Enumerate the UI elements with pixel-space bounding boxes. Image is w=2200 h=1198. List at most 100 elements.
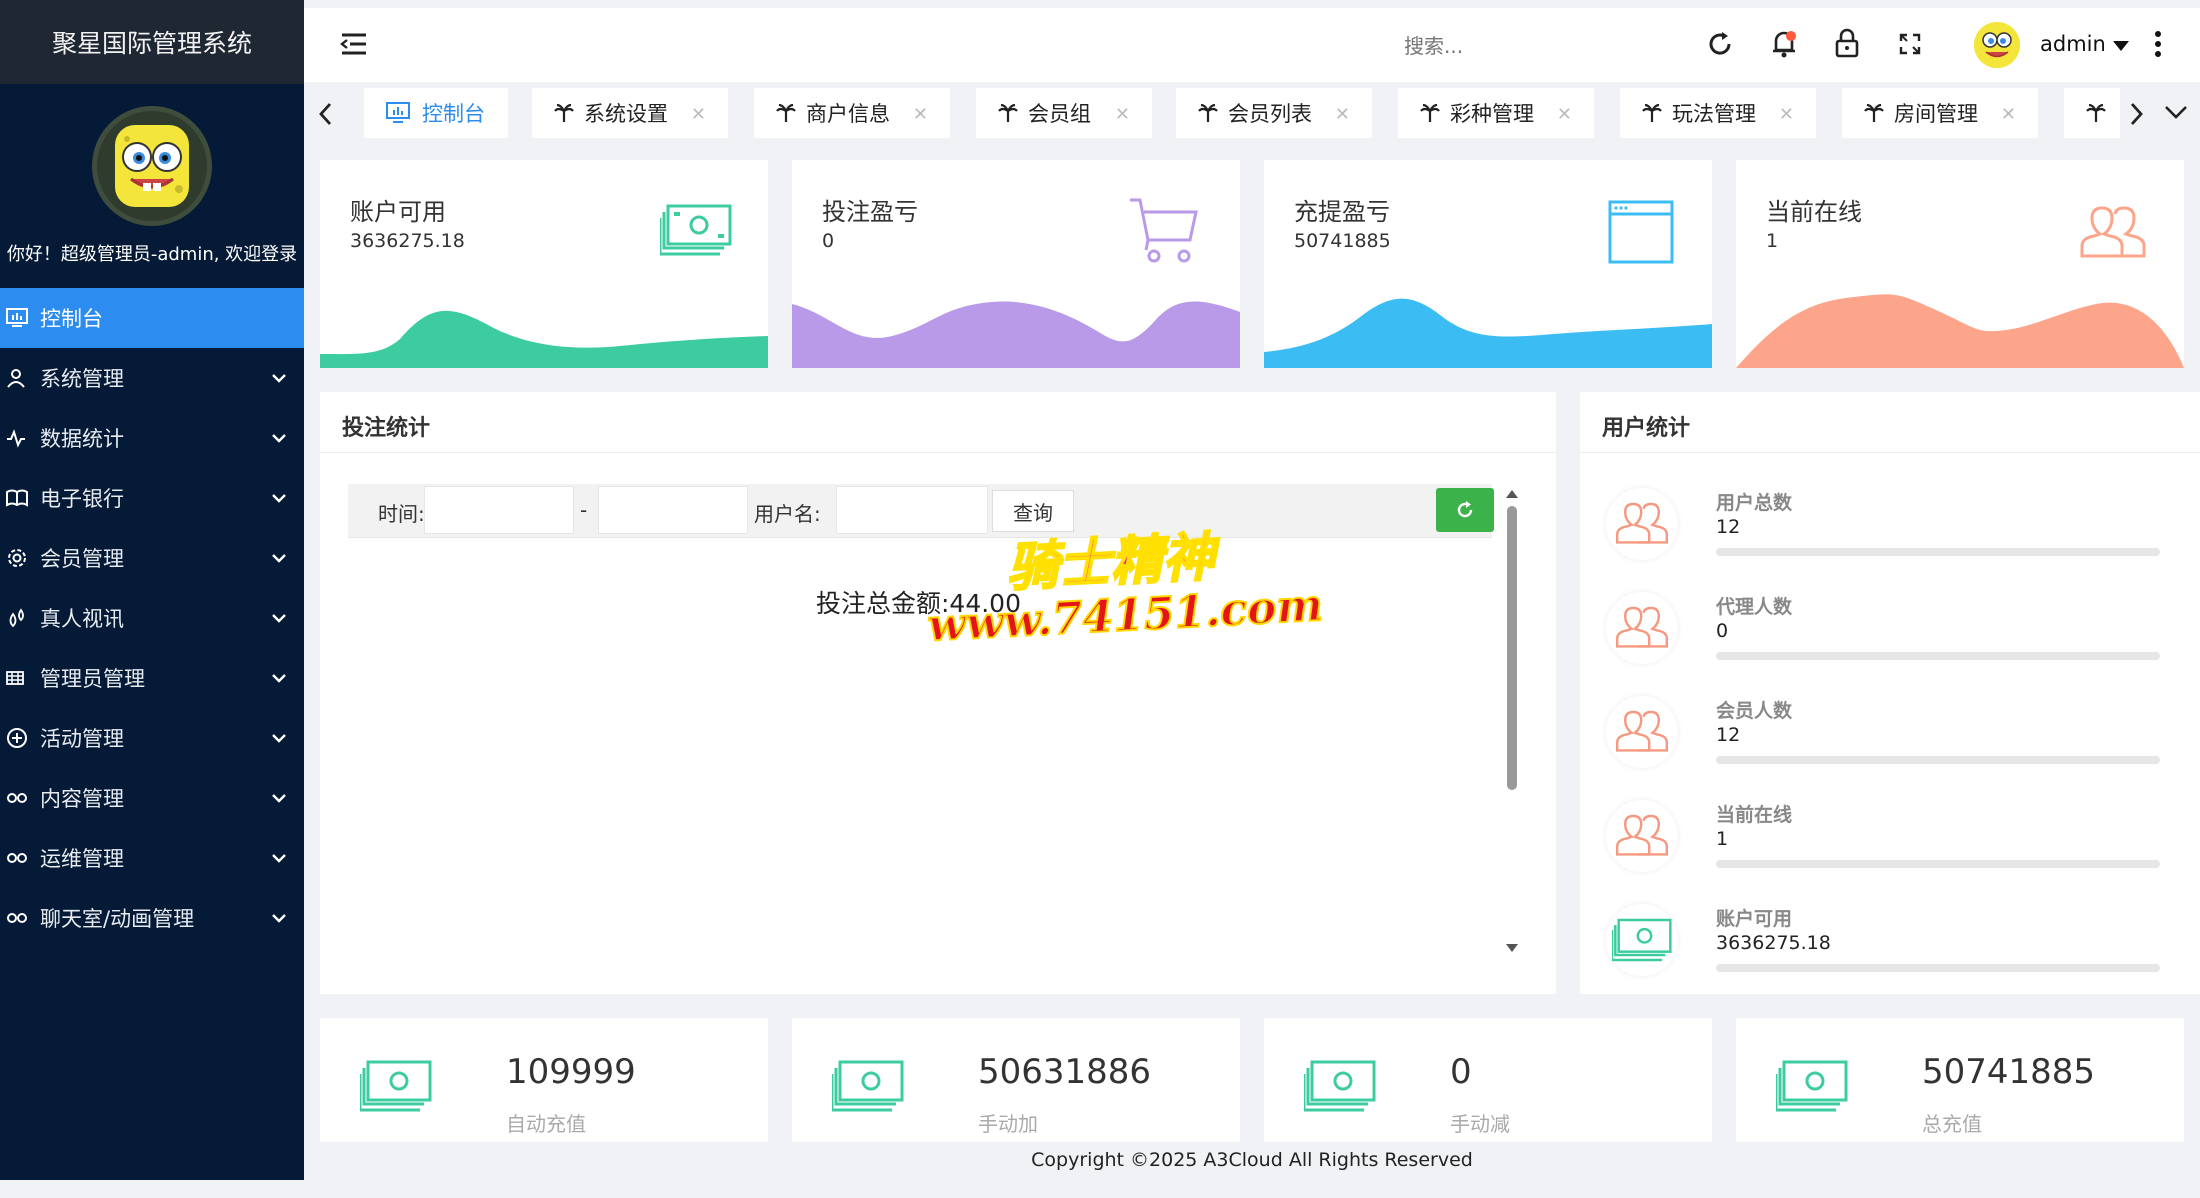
user-icon [6, 368, 36, 388]
end-time-input[interactable] [598, 486, 748, 534]
chevron-left-icon[interactable] [318, 102, 334, 126]
bank-icon [6, 488, 36, 508]
scrollbar[interactable] [1500, 488, 1524, 968]
link-icon [6, 851, 36, 865]
chevron-down-icon [272, 914, 286, 923]
sidebar-item-label: 数据统计 [40, 427, 124, 451]
cart-icon [1130, 198, 1198, 263]
user-avatar[interactable] [1974, 22, 2020, 68]
progress-bar [1716, 860, 2160, 868]
tab-member-group[interactable]: 会员组 ✕ [976, 88, 1152, 138]
stat-wave [1264, 298, 1712, 368]
tab-lottery-types[interactable]: 彩种管理 ✕ [1398, 88, 1594, 138]
user-stat-row: 代理人数 0 [1580, 592, 2200, 696]
close-icon[interactable]: ✕ [1557, 104, 1572, 125]
tab-label: 房间管理 [1894, 102, 1978, 126]
footer: Copyright ©2025 A3Cloud All Rights Reser… [304, 1142, 2200, 1180]
chevron-down-icon [272, 554, 286, 563]
plus-circle-icon [6, 727, 36, 749]
palm-tree-icon [1642, 103, 1662, 122]
close-icon[interactable]: ✕ [1115, 104, 1130, 125]
sidebar-item-ebank[interactable]: 电子银行 [0, 468, 304, 528]
caret-down-icon[interactable] [2112, 40, 2130, 52]
username-input[interactable] [836, 486, 988, 534]
chevron-down-icon [272, 674, 286, 683]
sidebar-item-activities[interactable]: 活动管理 [0, 708, 304, 768]
stat-title: 当前在线 [1766, 198, 1862, 226]
close-icon[interactable]: ✕ [913, 104, 928, 125]
stat-value: 3636275.18 [350, 230, 465, 252]
stat-title: 投注盈亏 [822, 198, 918, 226]
avatar[interactable] [92, 106, 212, 226]
users-icon [1616, 710, 1668, 752]
stat-wave [1736, 294, 2184, 368]
sidebar-item-members[interactable]: 会员管理 [0, 528, 304, 588]
stat-label: 总充值 [1922, 1112, 1982, 1136]
bell-icon[interactable] [1770, 28, 1798, 58]
progress-bar [1716, 652, 2160, 660]
users-icon [1616, 606, 1668, 648]
palm-tree-icon [2086, 103, 2106, 122]
sidebar-item-admins[interactable]: 管理员管理 [0, 648, 304, 708]
close-icon[interactable]: ✕ [1779, 104, 1794, 125]
search-input[interactable] [1404, 28, 1604, 64]
stat-label: 手动减 [1450, 1112, 1510, 1136]
tab-dashboard[interactable]: 控制台 [364, 88, 508, 138]
time-label: 时间: [378, 502, 425, 526]
close-icon[interactable]: ✕ [2001, 104, 2016, 125]
spongebob-avatar-icon [97, 111, 207, 221]
tab-play-types[interactable]: 玩法管理 ✕ [1620, 88, 1816, 138]
bottom-stat-manual-subtract: 0 手动减 [1264, 1018, 1712, 1142]
close-icon[interactable]: ✕ [1335, 104, 1350, 125]
panel-title: 投注统计 [342, 416, 431, 441]
sidebar-item-dashboard[interactable]: 控制台 [0, 288, 304, 348]
bet-stats-panel: 投注统计 时间: - 用户名: 查询 投注总金额:44.00 骑士精神 www.… [320, 392, 1556, 994]
gear-icon [6, 547, 36, 569]
chevron-right-icon[interactable] [2128, 102, 2144, 126]
window-icon [1608, 200, 1674, 264]
scroll-down-icon[interactable] [1504, 942, 1520, 954]
refresh-icon[interactable] [1706, 30, 1734, 58]
sidebar-item-live-video[interactable]: 真人视讯 [0, 588, 304, 648]
sidebar-item-system[interactable]: 系统管理 [0, 348, 304, 408]
sidebar-item-label: 控制台 [40, 307, 103, 331]
stat-label: 自动充值 [506, 1112, 586, 1136]
tab-label: 彩种管理 [1450, 102, 1534, 126]
user-stat-value: 12 [1716, 516, 1741, 538]
tab-merchant-info[interactable]: 商户信息 ✕ [754, 88, 950, 138]
menu-collapse-icon[interactable] [340, 32, 368, 56]
stat-title: 充提盈亏 [1294, 198, 1390, 226]
top-bar: admin [304, 8, 2200, 82]
chevron-down-icon[interactable] [2164, 104, 2188, 120]
link-icon [6, 791, 36, 805]
sidebar-item-ops[interactable]: 运维管理 [0, 828, 304, 888]
more-vertical-icon[interactable] [2154, 30, 2162, 58]
stat-wave [792, 301, 1240, 368]
tab-member-list[interactable]: 会员列表 ✕ [1176, 88, 1372, 138]
money-icon [660, 204, 732, 256]
sidebar-item-content[interactable]: 内容管理 [0, 768, 304, 828]
fullscreen-icon[interactable] [1898, 32, 1922, 56]
sidebar-item-data-stats[interactable]: 数据统计 [0, 408, 304, 468]
user-stat-label: 用户总数 [1716, 492, 1793, 514]
stat-value: 50741885 [1294, 230, 1391, 252]
sidebar: 聚星国际管理系统 你好！超级管理员-admin, 欢迎登录 控制台 系统管理 数… [0, 0, 304, 1180]
username[interactable]: admin [2040, 32, 2106, 56]
scroll-up-icon[interactable] [1504, 488, 1520, 500]
query-button[interactable]: 查询 [992, 490, 1074, 532]
sidebar-item-chatroom[interactable]: 聊天室/动画管理 [0, 888, 304, 948]
stat-card-bet-profit: 投注盈亏 0 [792, 160, 1240, 368]
palm-tree-icon [776, 103, 796, 122]
tab-rooms[interactable]: 房间管理 ✕ [1842, 88, 2038, 138]
link-icon [6, 911, 36, 925]
stat-title: 账户可用 [350, 198, 446, 226]
tab-system-settings[interactable]: 系统设置 ✕ [532, 88, 728, 138]
user-stat-label: 会员人数 [1716, 700, 1793, 722]
tab-overflow[interactable] [2064, 88, 2120, 138]
refresh-button[interactable] [1436, 488, 1494, 532]
start-time-input[interactable] [424, 486, 574, 534]
scrollbar-thumb[interactable] [1507, 506, 1517, 790]
bottom-stat-auto-deposit: 109999 自动充值 [320, 1018, 768, 1142]
lock-icon[interactable] [1834, 28, 1860, 58]
close-icon[interactable]: ✕ [691, 104, 706, 125]
